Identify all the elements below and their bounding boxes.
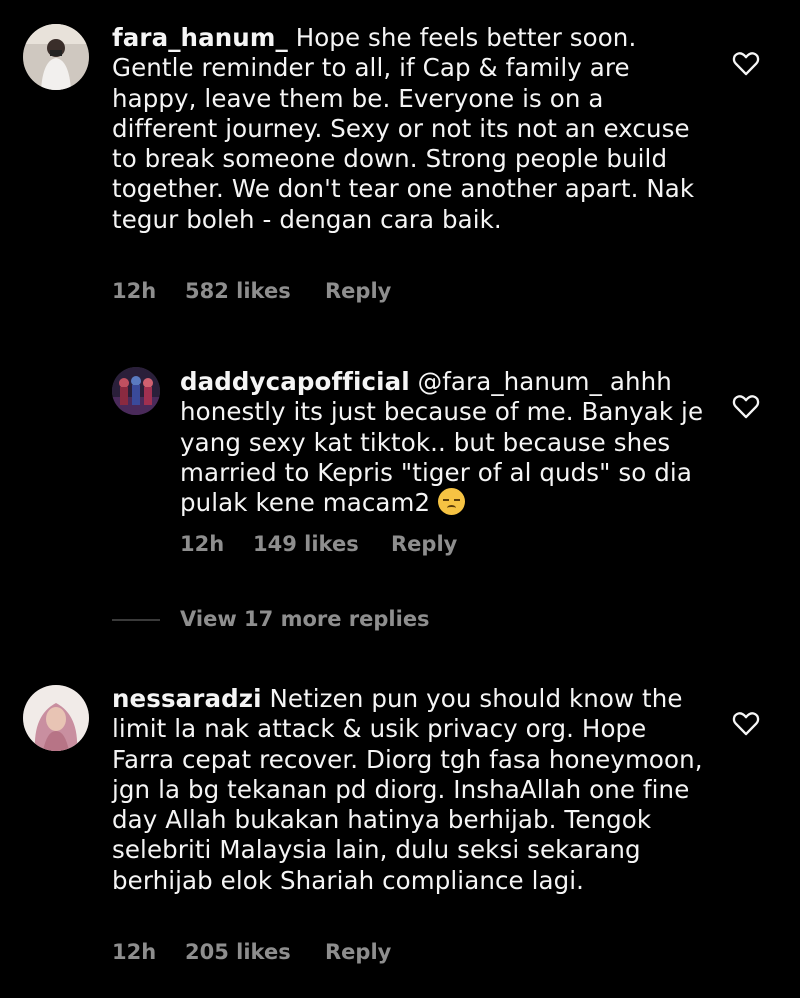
view-more-replies-button[interactable]: View 17 more replies	[180, 607, 430, 631]
heart-icon[interactable]	[732, 393, 760, 419]
avatar[interactable]	[112, 367, 160, 415]
pensive-face-emoji	[438, 488, 466, 516]
heart-icon[interactable]	[732, 710, 760, 736]
reply-button[interactable]: Reply	[325, 940, 391, 964]
heart-icon[interactable]	[732, 50, 760, 76]
avatar[interactable]	[23, 24, 89, 90]
comment-text: fara_hanum_ Hope she feels better soon. …	[112, 23, 712, 235]
avatar[interactable]	[23, 685, 89, 751]
comment-likes[interactable]: 205 likes	[185, 940, 291, 964]
comment-username[interactable]: fara_hanum_	[112, 23, 288, 52]
comment-likes[interactable]: 149 likes	[253, 532, 359, 556]
comment-body: Netizen pun you should know the limit la…	[112, 684, 703, 895]
comment-username[interactable]: daddycapofficial	[180, 367, 410, 396]
comment-time: 12h	[180, 532, 225, 556]
comment-meta: 12h 582 likes Reply	[112, 279, 512, 305]
comment-time: 12h	[112, 940, 157, 964]
comment-mention[interactable]: @fara_hanum_	[418, 367, 602, 396]
comment-meta: 12h 149 likes Reply	[180, 532, 580, 558]
comment-username[interactable]: nessaradzi	[112, 684, 262, 713]
comment-time: 12h	[112, 279, 157, 303]
comment-body: Hope she feels better soon. Gentle remin…	[112, 23, 695, 234]
comment-meta: 12h 205 likes Reply	[112, 940, 512, 966]
reply-button[interactable]: Reply	[391, 532, 457, 556]
comment-text: nessaradzi Netizen pun you should know t…	[112, 684, 712, 896]
reply-button[interactable]: Reply	[325, 279, 391, 303]
comment-likes[interactable]: 582 likes	[185, 279, 291, 303]
replies-divider	[112, 619, 160, 621]
comment-text: daddycapofficial @fara_hanum_ ahhh hones…	[180, 367, 710, 518]
